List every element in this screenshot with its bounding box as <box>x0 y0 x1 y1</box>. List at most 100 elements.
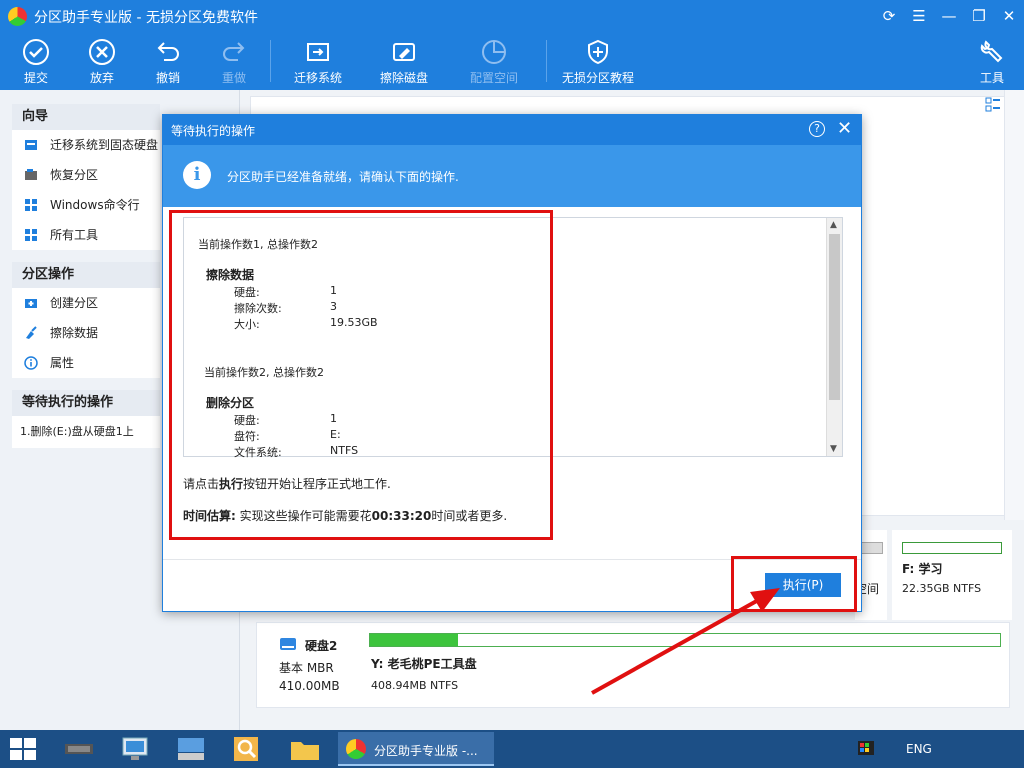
commit-label: 提交 <box>23 71 48 85</box>
undo-label: 撤销 <box>155 71 180 85</box>
taskbar: 分区助手专业版 -... ENG <box>0 730 1024 768</box>
scroll-thumb[interactable] <box>829 234 840 400</box>
sidebar-item-label: 迁移系统到固态硬盘 <box>50 138 159 152</box>
config-space-icon <box>482 40 506 64</box>
wizard-section: 向导 迁移系统到固态硬盘 恢复分区 Windows命令行 所有工具 <box>12 104 160 250</box>
partition-usage-bar <box>369 633 1001 647</box>
operations-scrollbar[interactable]: ▲ ▼ <box>826 218 842 456</box>
folder-icon[interactable] <box>288 734 322 764</box>
disk-size: 410.00MB <box>279 679 340 693</box>
scroll-up-icon[interactable]: ▲ <box>830 220 837 230</box>
window-title: 分区助手专业版 - 无损分区免费软件 <box>34 10 258 26</box>
disk-name: 硬盘2 <box>305 639 338 653</box>
app-logo-icon <box>8 7 27 26</box>
sidebar-item-wipe-data[interactable]: 擦除数据 <box>12 318 160 348</box>
keyboard-icon[interactable] <box>174 734 208 764</box>
partition-block-f[interactable]: F: 学习 22.35GB NTFS <box>892 530 1012 620</box>
taskbar-active-app[interactable]: 分区助手专业版 -... <box>338 732 494 766</box>
sidebar-item-label: 恢复分区 <box>50 168 99 182</box>
grid-icon <box>25 229 37 241</box>
menu-icon[interactable]: ☰ <box>904 4 934 28</box>
sidebar-item-label: 擦除数据 <box>50 326 99 340</box>
app-window: 分区助手专业版 - 无损分区免费软件 ⟳ ☰ — ❐ ✕ 提交 放弃 撤销 重做… <box>0 0 1024 768</box>
search-tool-icon[interactable] <box>230 734 264 764</box>
sidebar-item-label: 属性 <box>50 356 75 370</box>
broom-icon <box>26 326 37 339</box>
pending-operation-item[interactable]: 1.删除(E:)盘从硬盘1上 <box>12 416 160 448</box>
language-indicator[interactable]: ENG <box>906 742 932 756</box>
disk-icon <box>280 638 296 650</box>
partition-info: 408.94MB NTFS <box>371 679 459 692</box>
undo-icon <box>157 42 179 61</box>
partition-info: 22.35GB NTFS <box>902 582 982 595</box>
pending-title: 等待执行的操作 <box>12 390 160 416</box>
partition-name: F: 学习 <box>902 562 943 576</box>
create-partition-icon <box>25 299 37 308</box>
sidebar-item-migrate-ssd[interactable]: 迁移系统到固态硬盘 <box>12 130 160 160</box>
tutorial-label: 无损分区教程 <box>561 71 634 85</box>
migrate-ssd-icon <box>25 140 37 150</box>
view-toggle-icon[interactable] <box>984 96 1002 114</box>
redo-icon <box>223 42 245 61</box>
wrench-icon <box>980 40 1003 63</box>
info-icon <box>24 356 38 370</box>
dialog-title: 等待执行的操作 <box>171 124 256 138</box>
computer-icon[interactable] <box>118 734 152 764</box>
windows-logo-icon <box>25 199 37 211</box>
sidebar-item-windows-cmd[interactable]: Windows命令行 <box>12 190 160 220</box>
migrate-system-button[interactable]: 迁移系统 <box>286 32 350 90</box>
annotation-box-execute <box>731 556 857 612</box>
minimize-icon[interactable]: — <box>934 4 964 28</box>
wipe-disk-button[interactable]: 擦除磁盘 <box>372 32 436 90</box>
migrate-label: 迁移系统 <box>293 71 342 85</box>
sidebar-item-label: Windows命令行 <box>50 198 140 212</box>
config-space-button[interactable]: 配置空间 <box>462 32 526 90</box>
discard-icon <box>89 39 115 65</box>
undo-button[interactable]: 撤销 <box>146 32 190 90</box>
windows-start-icon[interactable] <box>10 738 36 760</box>
discard-label: 放弃 <box>89 71 114 85</box>
discard-button[interactable]: 放弃 <box>80 32 124 90</box>
commit-button[interactable]: 提交 <box>14 32 58 90</box>
sidebar-item-label: 创建分区 <box>50 296 99 310</box>
restore-icon[interactable]: ❐ <box>964 4 994 28</box>
title-bar: 分区助手专业版 - 无损分区免费软件 ⟳ ☰ — ❐ ✕ <box>0 0 1024 32</box>
tray-color-icon[interactable] <box>858 741 874 755</box>
app-logo-icon <box>346 739 366 759</box>
partition-ops-title: 分区操作 <box>12 262 160 288</box>
info-message: 分区助手已经准备就绪，请确认下面的操作. <box>227 170 459 184</box>
main-scrollbar[interactable] <box>1004 90 1024 520</box>
toolbar-divider <box>546 40 547 82</box>
tutorial-button[interactable]: 无损分区教程 <box>556 32 640 90</box>
annotation-box-operations <box>169 210 553 540</box>
close-window-icon[interactable]: ✕ <box>994 4 1024 28</box>
restore-partition-icon <box>25 169 37 180</box>
tools-button[interactable]: 工具 <box>972 32 1012 90</box>
shield-icon <box>588 39 608 65</box>
partition-ops-section: 分区操作 创建分区 擦除数据 属性 <box>12 262 160 378</box>
disk-2-row[interactable]: 硬盘2 基本 MBR 410.00MB Y: 老毛桃PE工具盘 408.94MB… <box>256 622 1010 708</box>
config-label: 配置空间 <box>469 71 518 85</box>
partition-name: Y: 老毛桃PE工具盘 <box>371 657 477 671</box>
sidebar-item-properties[interactable]: 属性 <box>12 348 160 378</box>
wipe-label: 擦除磁盘 <box>379 71 428 85</box>
sidebar-item-create-partition[interactable]: 创建分区 <box>12 288 160 318</box>
scroll-down-icon[interactable]: ▼ <box>830 444 837 454</box>
sidebar-item-restore-partition[interactable]: 恢复分区 <box>12 160 160 190</box>
commit-icon <box>23 39 49 65</box>
info-banner: i 分区助手已经准备就绪，请确认下面的操作. <box>163 145 861 207</box>
close-icon[interactable]: ✕ <box>837 118 852 140</box>
wizard-title: 向导 <box>12 104 160 130</box>
refresh-icon[interactable]: ⟳ <box>874 4 904 28</box>
sidebar-item-all-tools[interactable]: 所有工具 <box>12 220 160 250</box>
wipe-disk-icon <box>393 43 415 61</box>
redo-label: 重做 <box>221 71 246 85</box>
dialog-title-bar: 等待执行的操作 ? ✕ <box>163 115 861 145</box>
toolbar: 提交 放弃 撤销 重做 迁移系统 擦除磁盘 配置空间 无损分区教程 工具 <box>0 32 1024 90</box>
migrate-icon <box>307 43 329 61</box>
pending-section: 等待执行的操作 1.删除(E:)盘从硬盘1上 <box>12 390 160 448</box>
memory-chip-icon[interactable] <box>62 734 96 764</box>
info-icon: i <box>183 161 211 189</box>
redo-button[interactable]: 重做 <box>212 32 256 90</box>
help-icon[interactable]: ? <box>809 121 825 137</box>
